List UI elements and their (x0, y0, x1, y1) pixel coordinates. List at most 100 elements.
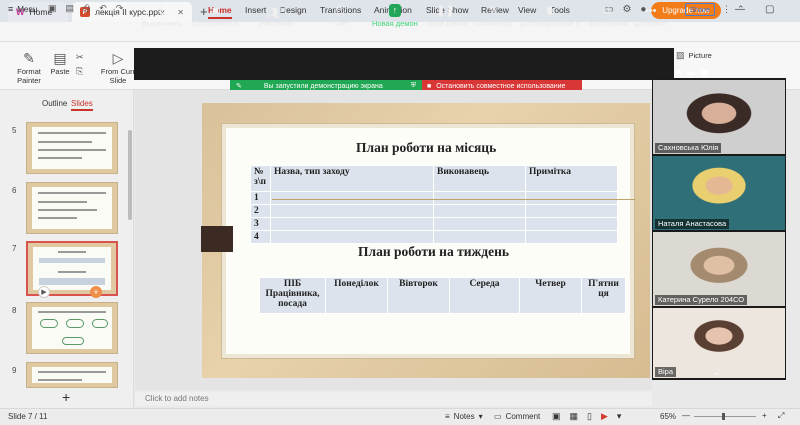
slide-thumbnail-6[interactable] (26, 182, 118, 234)
comment-toggle[interactable]: ▭ Comment (494, 412, 540, 421)
annotate-button[interactable]: ✎ Комментир (474, 3, 513, 28)
table-header: Четвер (519, 277, 582, 314)
pause-share-label: Пауза демон (423, 19, 468, 28)
zoom-slider[interactable] (694, 416, 756, 417)
participants-button[interactable]: 👥︎14 Участники (258, 3, 294, 28)
slide-label: Slide (109, 76, 127, 85)
outline-tab[interactable]: Outline (42, 99, 67, 108)
new-share-label: Новая демон (372, 19, 418, 28)
new-share-button[interactable]: ↑ Новая демон (372, 3, 418, 28)
participant-name: Сахновська Юлія (655, 143, 722, 153)
more-options-icon[interactable]: ⋮ (722, 4, 731, 15)
pause-icon: ❚❚ (436, 5, 455, 17)
table-header: Виконавець (433, 165, 526, 192)
table-header: Вівторок (387, 277, 450, 314)
slide-number: 7 (12, 244, 17, 253)
gallery-view-icon[interactable]: ▦ (701, 68, 709, 77)
apps-label: Приложения (585, 19, 629, 28)
week-plan-table: ПІБ Працівника, посада Понеділок Вівторо… (259, 277, 626, 314)
slide-thumbnail-9[interactable] (26, 362, 118, 388)
chat-label: Чат (334, 19, 348, 28)
chevron-down-icon[interactable]: ▾ (617, 411, 622, 422)
participant-name: Катерина Сурело 204СО (655, 295, 748, 305)
add-slide-button[interactable]: + (62, 389, 70, 405)
chevron-down-icon[interactable]: ⌄ (713, 367, 721, 378)
notes-label: Notes (453, 412, 475, 421)
table-header: № з\п (250, 165, 271, 192)
shield-icon: ⛨ (410, 82, 416, 89)
slides-tab[interactable]: Slides (71, 99, 93, 111)
picture-button[interactable]: ▨ Picture (676, 50, 712, 61)
slideshow-icon[interactable]: ▶ (601, 411, 608, 422)
reading-view-icon[interactable]: ▯ (587, 411, 592, 422)
normal-view-icon[interactable]: ▣ (552, 411, 561, 422)
undo-icon[interactable]: ↶ (99, 3, 107, 14)
notes-icon: ≡ (445, 412, 450, 421)
redo-icon[interactable]: ↷ (116, 3, 124, 14)
row-number: 2 (250, 204, 271, 218)
save-icon[interactable]: ▣ (48, 3, 57, 14)
notes-placeholder[interactable]: Click to add notes (135, 392, 652, 406)
zoom-out-icon[interactable]: — (682, 411, 690, 420)
stop-video-button[interactable]: ■ Остановить в (192, 3, 239, 28)
status-bar (0, 408, 800, 425)
quick-access-toolbar: ▣ ▤ ⎙ ↶ ↷ (48, 3, 123, 14)
slide-sorter-icon[interactable]: ▦ (570, 411, 579, 422)
clipboard-small-icons: ✂ ⎘ (76, 50, 84, 78)
mute-button[interactable]: 🎙︎ Выключить (142, 3, 181, 28)
apps-icon: ⧉ (603, 5, 611, 17)
zoom-slider-handle[interactable] (722, 413, 725, 420)
stop-video-label: Остановить в (192, 19, 240, 28)
picture-label: Picture (688, 51, 712, 60)
picture-icon: ▨ (676, 50, 685, 60)
menu-button[interactable]: ≡ Menu (8, 4, 37, 14)
table-header: Середа (449, 277, 520, 314)
paste-label: Paste (50, 67, 70, 76)
format-painter-button[interactable]: ✎ Format Painter (14, 50, 44, 85)
comment-icon: ▭ (494, 412, 502, 421)
slides-scrollbar[interactable] (128, 130, 132, 220)
table-header: Назва, тип заходу (270, 165, 434, 192)
cut-icon[interactable]: ✂ (76, 50, 84, 64)
more-label: Дополнит (634, 19, 668, 28)
chat-button[interactable]: 💬︎ Чат (334, 3, 348, 28)
view-modes: ▣ ▦ ▯ ▶ ▾ (552, 411, 621, 422)
slide-thumbnail-5[interactable] (26, 122, 118, 174)
mic-icon: 🎙︎ (154, 5, 169, 17)
speaker-view-icon[interactable]: ■ (676, 68, 681, 77)
apps-button[interactable]: ⧉ Приложения (585, 3, 629, 28)
collapse-ribbon-icon[interactable]: ⌃ (737, 4, 745, 15)
sharing-banner-text: Вы запустили демонстрацию экрана (263, 82, 383, 90)
row-number: 1 (250, 191, 271, 205)
slide-counter: Slide 7 / 11 (8, 412, 48, 421)
row-number: 3 (250, 217, 271, 231)
notes-toggle[interactable]: ≡ Notes ▾ (445, 412, 483, 421)
divider-line (272, 199, 635, 200)
menu-label: Menu (17, 4, 38, 14)
paste-button[interactable]: ▤ Paste (46, 50, 74, 76)
copy-icon[interactable]: ⎘ (76, 64, 84, 78)
fit-window-icon[interactable]: ⤢ (778, 411, 784, 421)
zoom-in-icon[interactable]: + (762, 411, 767, 420)
remote-control-button[interactable]: ⬮ Дистанционное у (520, 3, 580, 28)
slide-thumbnail-8[interactable] (26, 302, 118, 354)
pin-icon: ✎ (236, 83, 242, 90)
stop-square-icon: ■ (427, 82, 432, 90)
from-current-slide-button[interactable]: ▷ From Curr Slide (100, 50, 136, 85)
share-button[interactable]: Share (685, 3, 715, 16)
print-icon[interactable]: ⎙ (83, 3, 90, 14)
row-number: 4 (250, 230, 271, 244)
more-button[interactable]: ••• Дополнит (634, 3, 668, 28)
play-slide-icon[interactable]: ▶ (38, 286, 50, 298)
add-after-icon[interactable]: + (90, 286, 102, 298)
month-plan-table: № з\п Назва, тип заходу Виконавець Примі… (250, 165, 618, 244)
pause-share-button[interactable]: ❚❚ Пауза демон (423, 3, 468, 28)
table-header: Понеділок (325, 277, 388, 314)
strip-view-icon[interactable]: ▬ (687, 68, 695, 77)
open-icon[interactable]: ▤ (66, 3, 75, 14)
zoom-meeting-toolbar (134, 48, 674, 80)
format-painter-label: Format Painter (17, 67, 41, 85)
comment-label: Comment (505, 412, 541, 421)
participants-icon: 👥︎14 (265, 7, 287, 20)
maximize-icon[interactable]: ▢ (765, 4, 774, 15)
